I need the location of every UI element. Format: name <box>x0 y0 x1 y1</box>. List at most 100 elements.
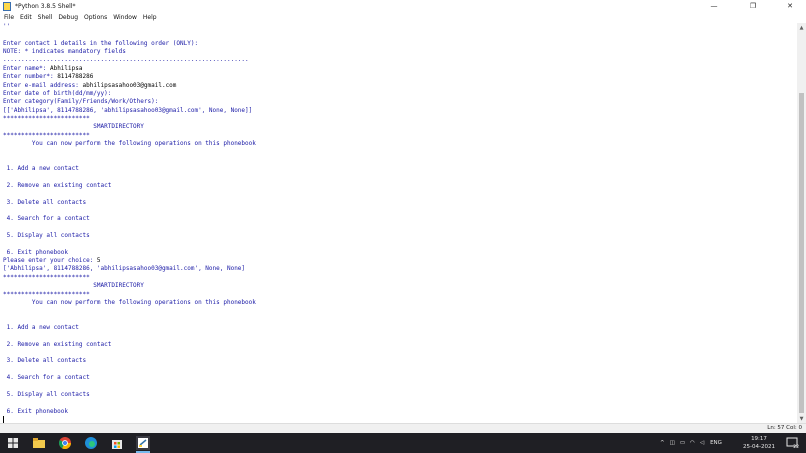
shell-user-input: 5 <box>96 257 101 265</box>
network-icon[interactable]: ◫ <box>670 440 675 446</box>
menu-help[interactable]: Help <box>143 14 157 21</box>
shell-line: You can now perform the following operat… <box>3 140 256 148</box>
shell-line: ************************ <box>3 115 90 123</box>
shell-line-text: ........................................… <box>3 56 249 64</box>
shell-line: ************************ <box>3 132 90 140</box>
clock-date: 25-04-2021 <box>743 444 775 450</box>
file-explorer-icon[interactable] <box>32 436 46 450</box>
menu-options[interactable]: Options <box>84 14 107 21</box>
shell-user-input: 8114788286 <box>57 73 94 81</box>
shell-line-text: 1. Add a new contact <box>3 165 79 173</box>
shell-line: You can now perform the following operat… <box>3 299 256 307</box>
store-icon[interactable] <box>110 436 124 450</box>
menu-window[interactable]: Window <box>113 14 137 21</box>
windows-start-icon[interactable] <box>6 436 20 450</box>
notification-icon[interactable]: 22 <box>785 436 799 450</box>
shell-line-text: 2. Remove an existing contact <box>3 340 112 348</box>
shell-line: ************************ <box>3 291 90 299</box>
shell-line-text: Enter e-mail address: <box>3 81 83 89</box>
shell-output-area[interactable]: '' Enter contact 1 details in the followi… <box>0 23 797 423</box>
text-cursor <box>3 415 4 423</box>
shell-line-text: ************************ <box>3 114 90 122</box>
shell-line-text: ************************ <box>3 273 90 281</box>
shell-line-text: 5. Display all contacts <box>3 390 90 398</box>
shell-line-text: SMARTDIRECTORY <box>3 282 144 290</box>
restore-button[interactable]: ❐ <box>739 0 767 12</box>
edge-icon[interactable] <box>84 436 98 450</box>
shell-line: 2. Remove an existing contact <box>3 181 112 190</box>
shell-line: 5. Display all contacts <box>3 232 90 240</box>
shell-line-text: [['Abhilipsa', 8114788286, 'abhilipsasah… <box>3 106 253 114</box>
window-title: *Python 3.8.5 Shell* <box>15 2 76 10</box>
shell-line: Enter contact 1 details in the following… <box>3 40 198 48</box>
shell-line-text: 3. Delete all contacts <box>3 198 87 206</box>
shell-line-text: Enter date of birth(dd/mm/yy): <box>3 89 112 97</box>
shell-user-input: abhilipsasahoo03@gmail.com <box>82 81 177 89</box>
shell-user-input: Abhilipsa <box>49 64 83 72</box>
shell-line: 4. Search for a contact <box>3 374 90 382</box>
shell-line-text: 1. Add a new contact <box>3 323 79 331</box>
shell-line-text: NOTE: * indicates mandatory fields <box>3 48 126 56</box>
title-bar: *Python 3.8.5 Shell* <box>0 0 806 12</box>
shell-line: 3. Delete all contacts <box>3 199 86 207</box>
taskbar: ^ ◫ ▭ ◠ ◁ ENG 19:17 25-04-2021 22 <box>0 433 806 453</box>
wifi-icon[interactable]: ◠ <box>690 440 695 446</box>
scroll-down-icon[interactable]: ▼ <box>797 414 806 423</box>
shell-line: Enter e-mail address: abhilipsasahoo03@g… <box>3 82 176 90</box>
shell-line-text: Enter contact 1 details in the following… <box>3 39 199 47</box>
shell-line <box>3 415 4 423</box>
volume-icon[interactable]: ◁ <box>700 440 704 446</box>
shell-line: SMARTDIRECTORY <box>3 282 144 290</box>
vertical-scrollbar[interactable]: ▲ ▼ <box>797 23 806 423</box>
python-idle-icon[interactable] <box>136 436 150 450</box>
shell-line-text: Please enter your choice: <box>3 257 97 265</box>
shell-line: 6. Exit phonebook <box>3 249 68 257</box>
shell-line-text: 6. Exit phonebook <box>3 248 69 256</box>
menu-bar: File Edit Shell Debug Options Window Hel… <box>0 12 806 23</box>
shell-line: [['Abhilipsa', 8114788286, 'abhilipsasah… <box>3 107 252 115</box>
shell-line: 6. Exit phonebook <box>3 408 68 416</box>
shell-line-text: You can now perform the following operat… <box>3 140 256 148</box>
shell-line-text: ['Abhilipsa', 8114788286, 'abhilipsasaho… <box>3 265 246 273</box>
battery-icon[interactable]: ▭ <box>680 440 685 446</box>
shell-line: 2. Remove an existing contact <box>3 340 112 349</box>
shell-line: 1. Add a new contact <box>3 324 79 332</box>
language-indicator[interactable]: ENG <box>710 440 722 446</box>
shell-line: ************************ <box>3 274 90 282</box>
cursor-position: Ln: 57 Col: 0 <box>767 425 802 431</box>
chevron-up-icon[interactable]: ^ <box>660 440 665 446</box>
menu-file[interactable]: File <box>4 14 14 21</box>
minimize-button[interactable]: — <box>700 0 728 12</box>
clock[interactable]: 19:17 25-04-2021 <box>740 435 778 451</box>
shell-line-text: Enter name*: <box>3 64 50 72</box>
shell-line-text: Enter number*: <box>3 73 58 81</box>
shell-line: 1. Add a new contact <box>3 165 79 173</box>
system-tray: ^ ◫ ▭ ◠ ◁ ENG <box>660 433 722 453</box>
chrome-icon[interactable] <box>58 436 72 450</box>
scrollbar-thumb[interactable] <box>799 93 804 413</box>
shell-line-text: 6. Exit phonebook <box>3 407 69 415</box>
shell-line: NOTE: * indicates mandatory fields <box>3 48 126 56</box>
close-button[interactable]: ✕ <box>776 0 804 12</box>
shell-line: '' <box>3 23 10 31</box>
menu-shell[interactable]: Shell <box>38 14 53 21</box>
shell-line: Enter category(Family/Friends/Work/Other… <box>3 98 158 106</box>
shell-line: Enter name*: Abhilipsa <box>3 65 82 73</box>
notification-count: 22 <box>793 445 799 450</box>
shell-line-text: ************************ <box>3 290 90 298</box>
menu-debug[interactable]: Debug <box>58 14 78 21</box>
menu-edit[interactable]: Edit <box>20 14 32 21</box>
shell-line: ........................................… <box>3 56 249 64</box>
shell-line-text: 3. Delete all contacts <box>3 357 87 365</box>
shell-line-text: 5. Display all contacts <box>3 232 90 239</box>
shell-line-text: 2. Remove an existing contact <box>3 181 112 189</box>
shell-line-text: SMARTDIRECTORY <box>3 123 144 131</box>
shell-line-text: ************************ <box>3 131 90 139</box>
shell-line: ['Abhilipsa', 8114788286, 'abhilipsasaho… <box>3 265 245 273</box>
scroll-up-icon[interactable]: ▲ <box>797 23 806 32</box>
shell-line-text: Enter category(Family/Friends/Work/Other… <box>3 98 159 106</box>
shell-line: Enter date of birth(dd/mm/yy): <box>3 90 111 98</box>
shell-line: SMARTDIRECTORY <box>3 123 144 131</box>
shell-line-text: 4. Search for a contact <box>3 374 90 382</box>
shell-line: 3. Delete all contacts <box>3 357 86 365</box>
